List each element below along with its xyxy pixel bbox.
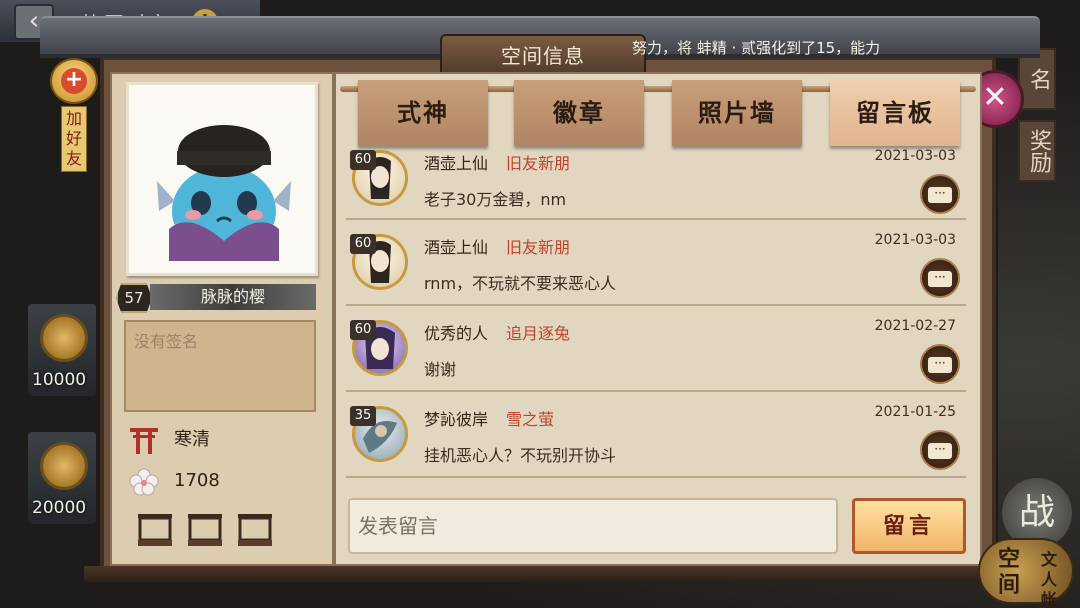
- coin-amount: 20000: [32, 498, 87, 518]
- commenter-guild: 旧友新朋: [506, 238, 571, 257]
- tab-shikigami[interactable]: 式神: [358, 80, 488, 146]
- player-name: 脉脉的樱: [150, 284, 316, 310]
- commenter-name[interactable]: 梦訫彼岸: [424, 406, 488, 430]
- guild-name: 寒清: [174, 429, 210, 450]
- space-badge-main: 空间: [997, 546, 1020, 598]
- coin-reward-2: 20000: [26, 430, 98, 526]
- coin-amount: 10000: [32, 370, 87, 390]
- message-date: 2021-02-27: [874, 318, 956, 334]
- list-item: 60 优秀的人 追月逐兔 2021-02-27 谢谢 ···: [346, 306, 966, 392]
- message-text: 谢谢: [424, 360, 457, 379]
- coin-icon: [40, 314, 88, 362]
- likes-row: 1708: [126, 465, 220, 497]
- message-text: 挂机恶心人？不玩别开协斗: [424, 446, 617, 465]
- message-date: 2021-03-03: [874, 148, 956, 164]
- reply-button[interactable]: ···: [920, 258, 960, 298]
- avatar-frame[interactable]: [126, 82, 318, 276]
- message-text: 老子30万金碧，nm: [424, 190, 567, 209]
- commenter-level: 35: [350, 406, 376, 426]
- commenter-guild: 雪之萤: [506, 410, 555, 429]
- guild-row: 寒清: [126, 424, 210, 456]
- plus-icon: +: [61, 67, 87, 94]
- commenter-guild: 旧友新朋: [506, 154, 571, 173]
- player-level-badge: 57: [116, 283, 152, 313]
- list-item: 60 酒壶上仙 旧友新朋 2021-03-03 老子30万金碧，nm ···: [346, 148, 966, 220]
- message-text: rnm，不玩就不要来恶心人: [424, 274, 617, 293]
- lantern-icon: +: [50, 58, 98, 104]
- add-friend-button[interactable]: + 加好友: [50, 58, 98, 186]
- commenter-name[interactable]: 酒壶上仙: [424, 150, 488, 174]
- commenter-level: 60: [350, 234, 376, 254]
- list-item: 35 梦訫彼岸 雪之萤 2021-01-25 挂机恶心人？不玩别开协斗 ···: [346, 392, 966, 478]
- coin-icon: [40, 442, 88, 490]
- list-item: 60 酒壶上仙 旧友新朋 2021-03-03 rnm，不玩就不要来恶心人 ··…: [346, 220, 966, 306]
- tab-photo-wall[interactable]: 照片墙: [672, 80, 802, 146]
- speech-bubble-icon: ···: [928, 442, 952, 459]
- torii-icon: [126, 424, 162, 456]
- tab-badges[interactable]: 徽章: [514, 80, 644, 146]
- space-badge-sub: 文人帐: [1040, 550, 1057, 608]
- reply-button[interactable]: ···: [920, 344, 960, 384]
- reply-button[interactable]: ···: [920, 430, 960, 470]
- likes-count: 1708: [174, 470, 220, 491]
- message-date: 2021-03-03: [874, 232, 956, 248]
- commenter-name[interactable]: 酒壶上仙: [424, 234, 488, 258]
- signature-field[interactable]: 没有签名: [124, 320, 316, 412]
- space-badge[interactable]: 空间 文人帐: [978, 538, 1074, 608]
- flower-icon: [126, 465, 162, 497]
- commenter-guild: 追月逐兔: [506, 324, 571, 343]
- commenter-level: 60: [350, 150, 376, 170]
- news-marquee: 努力，将 蚌精 · 贰强化到了15，能力: [632, 39, 881, 57]
- message-date: 2021-01-25: [874, 404, 956, 420]
- message-input[interactable]: 发表留言: [348, 498, 838, 554]
- tab-message-board[interactable]: 留言板: [830, 80, 960, 146]
- post-message-button[interactable]: 留言: [852, 498, 966, 554]
- avatar: [157, 125, 291, 261]
- speech-bubble-icon: ···: [928, 186, 952, 203]
- coin-reward-1: 10000: [26, 302, 98, 398]
- panel-bottom-edge: [84, 566, 984, 582]
- speech-bubble-icon: ···: [928, 270, 952, 287]
- reply-button[interactable]: ···: [920, 174, 960, 214]
- furniture-slot-1[interactable]: [136, 512, 174, 548]
- commenter-level: 60: [350, 320, 376, 340]
- furniture-slot-2[interactable]: [186, 512, 224, 548]
- message-list[interactable]: 60 酒壶上仙 旧友新朋 2021-03-03 老子30万金碧，nm ··· 6…: [346, 148, 966, 484]
- commenter-name[interactable]: 优秀的人: [424, 320, 488, 344]
- add-friend-label: 加好友: [61, 106, 87, 172]
- side-label-reward: 奖励: [1018, 120, 1056, 182]
- furniture-slot-3[interactable]: [236, 512, 274, 548]
- speech-bubble-icon: ···: [928, 356, 952, 373]
